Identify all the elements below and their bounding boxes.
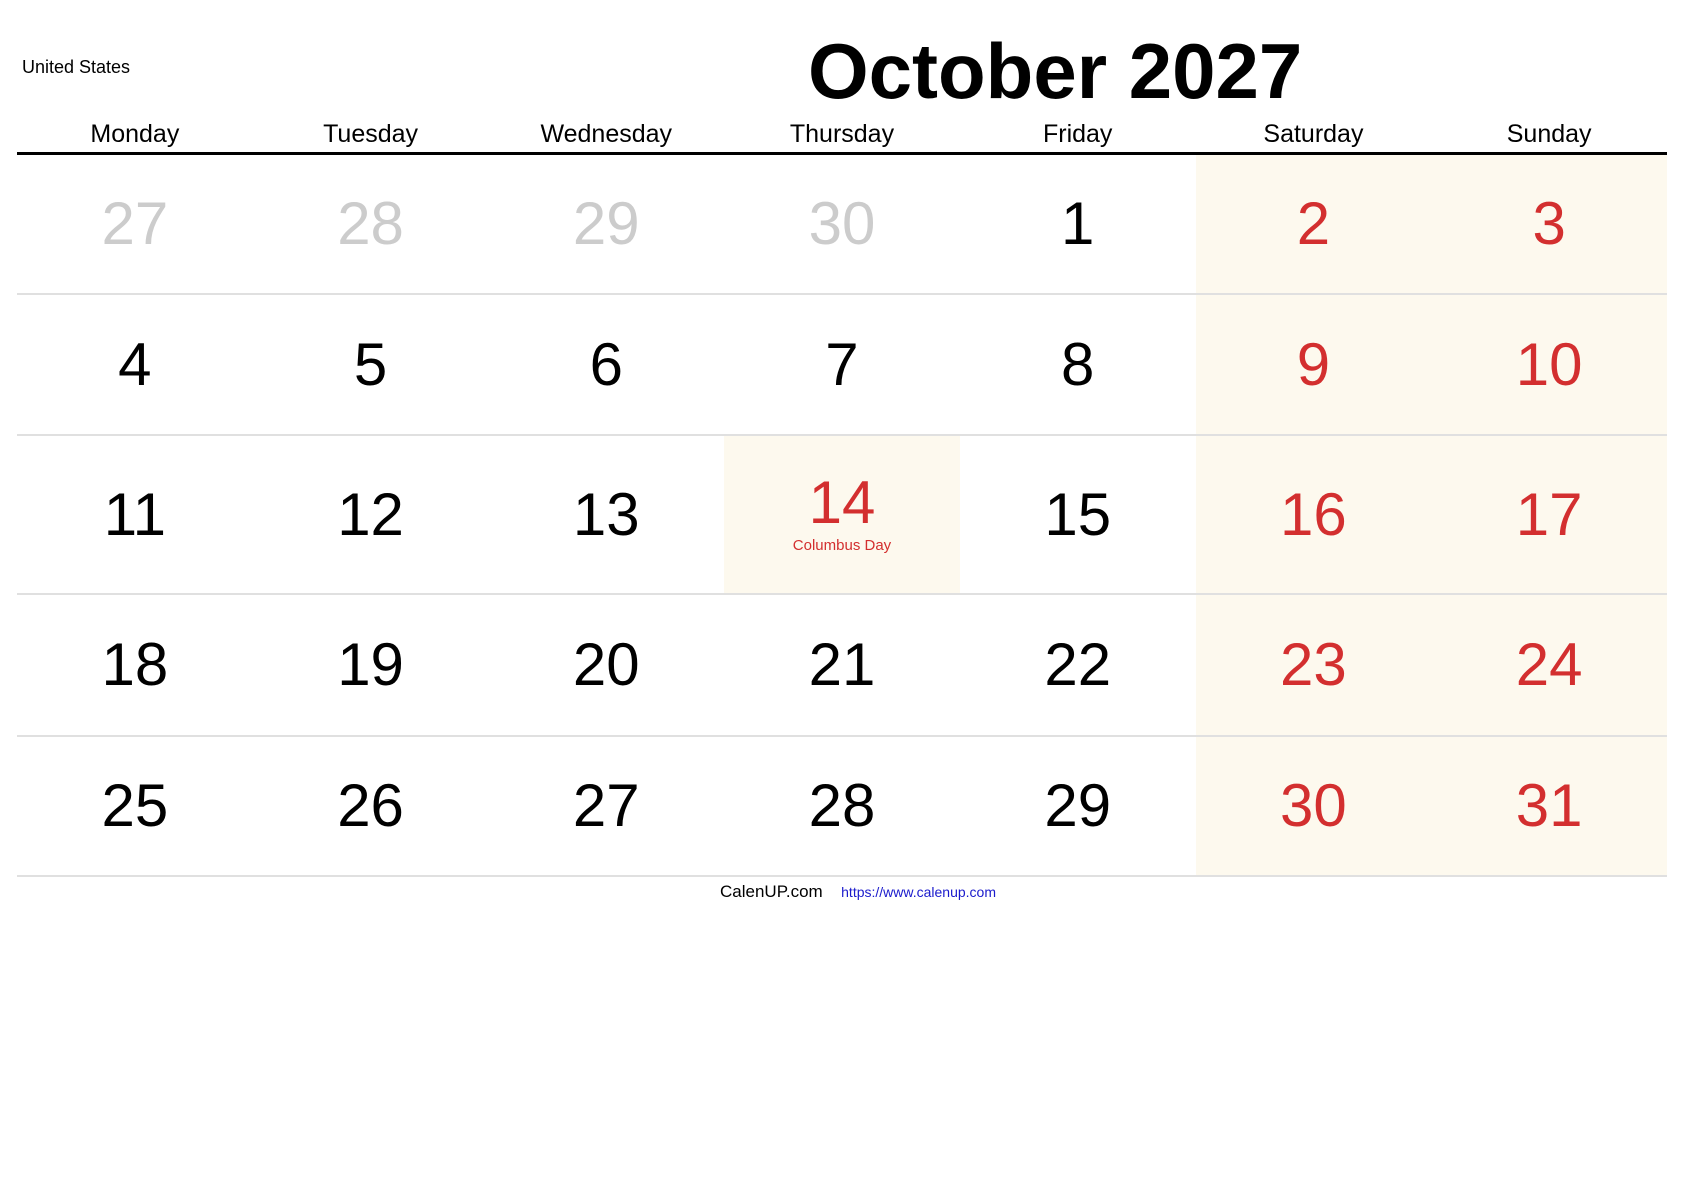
- day-number: 30: [1280, 772, 1347, 839]
- week-row: 11 12 13 14 Columbus Day 15 16 17: [17, 436, 1667, 595]
- day-number: 5: [353, 330, 388, 398]
- day-number: 19: [337, 631, 404, 698]
- day-number: 12: [337, 480, 404, 548]
- day-number: 25: [101, 772, 169, 839]
- day-number: 23: [1280, 631, 1347, 698]
- day-cell: 26: [253, 737, 489, 875]
- day-cell: 28: [724, 737, 960, 875]
- day-number: 21: [808, 631, 876, 698]
- day-cell-outside-month: 29: [488, 155, 724, 293]
- weekday-header-row: Monday Tuesday Wednesday Thursday Friday…: [17, 116, 1667, 155]
- day-number: 28: [337, 190, 404, 257]
- day-cell: 24: [1431, 595, 1667, 735]
- day-number: 8: [1061, 330, 1095, 398]
- day-number: 18: [101, 631, 169, 698]
- footer-brand: CalenUP.com: [720, 882, 823, 901]
- day-cell: 17: [1431, 436, 1667, 593]
- day-number: 20: [572, 631, 640, 698]
- day-cell-holiday: 14 Columbus Day: [724, 436, 960, 593]
- day-number: 26: [337, 772, 404, 839]
- weekday-friday: Friday: [1042, 120, 1113, 148]
- day-number: 1: [1061, 190, 1095, 257]
- day-cell: 5: [253, 295, 489, 434]
- day-number: 10: [1515, 330, 1583, 398]
- day-number: 11: [103, 480, 166, 548]
- day-cell: 22: [960, 595, 1196, 735]
- day-cell: 12: [253, 436, 489, 593]
- day-cell: 21: [724, 595, 960, 735]
- day-number: 2: [1296, 190, 1331, 257]
- page-title: October 2027: [808, 27, 1303, 115]
- day-number: 9: [1296, 330, 1331, 398]
- day-cell-outside-month: 30: [724, 155, 960, 293]
- footer: CalenUP.com https://www.calenup.com: [720, 882, 996, 902]
- day-cell: 19: [253, 595, 489, 735]
- day-number: 7: [825, 330, 859, 398]
- day-number: 16: [1280, 480, 1347, 548]
- day-number: 27: [572, 772, 640, 839]
- day-cell: 31: [1431, 737, 1667, 875]
- weekday-sunday: Sunday: [1506, 120, 1592, 148]
- day-number: 4: [118, 330, 152, 398]
- day-number: 15: [1044, 480, 1112, 548]
- footer-link[interactable]: https://www.calenup.com: [841, 884, 996, 900]
- day-cell: 9: [1195, 295, 1432, 434]
- day-cell-outside-month: 27: [17, 155, 253, 293]
- day-number: 22: [1044, 631, 1112, 698]
- weekday-thursday: Thursday: [789, 120, 895, 148]
- week-row: 27 28 29 30 1 2 3: [17, 155, 1667, 295]
- day-number: 3: [1532, 190, 1566, 257]
- day-cell: 23: [1195, 595, 1432, 735]
- weekday-saturday: Saturday: [1263, 120, 1364, 148]
- week-row: 25 26 27 28 29 30 31: [17, 737, 1667, 877]
- day-cell: 13: [488, 436, 724, 593]
- weekday-monday: Monday: [90, 120, 180, 148]
- region-label: United States: [22, 57, 131, 77]
- weeks: 27 28 29 30 1 2 3 4 5 6 7 8 9 10 11 12 13 14 Columbus Day 1…: [17, 155, 1667, 877]
- weekday-wednesday: Wednesday: [540, 120, 673, 148]
- day-number: 30: [808, 190, 876, 257]
- day-number: 14: [808, 468, 876, 536]
- day-number: 28: [808, 772, 876, 839]
- day-cell: 1: [960, 155, 1196, 293]
- day-cell: 2: [1195, 155, 1432, 293]
- day-cell: 15: [960, 436, 1196, 593]
- weekday-tuesday: Tuesday: [323, 120, 419, 148]
- day-cell: 6: [488, 295, 724, 434]
- day-cell-outside-month: 28: [253, 155, 489, 293]
- day-number: 13: [572, 480, 640, 548]
- day-number: 31: [1515, 772, 1583, 839]
- week-row: 18 19 20 21 22 23 24: [17, 595, 1667, 737]
- day-number: 27: [101, 190, 169, 257]
- day-cell: 4: [17, 295, 253, 434]
- day-cell: 16: [1195, 436, 1432, 593]
- day-cell: 7: [724, 295, 960, 434]
- week-row: 4 5 6 7 8 9 10: [17, 295, 1667, 436]
- day-cell: 25: [17, 737, 253, 875]
- day-cell: 11: [17, 436, 253, 593]
- day-cell: 18: [17, 595, 253, 735]
- day-cell: 20: [488, 595, 724, 735]
- day-number: 29: [1044, 772, 1112, 839]
- day-number: 6: [589, 330, 623, 398]
- day-number: 24: [1515, 631, 1583, 698]
- day-number: 17: [1515, 480, 1583, 548]
- day-cell: 29: [960, 737, 1196, 875]
- day-cell: 27: [488, 737, 724, 875]
- calendar-grid: Monday Tuesday Wednesday Thursday Friday…: [17, 116, 1667, 877]
- day-cell: 30: [1195, 737, 1432, 875]
- day-cell: 3: [1431, 155, 1667, 293]
- day-cell: 8: [960, 295, 1196, 434]
- day-number: 29: [572, 190, 640, 257]
- holiday-label: Columbus Day: [792, 536, 892, 554]
- day-cell: 10: [1431, 295, 1667, 434]
